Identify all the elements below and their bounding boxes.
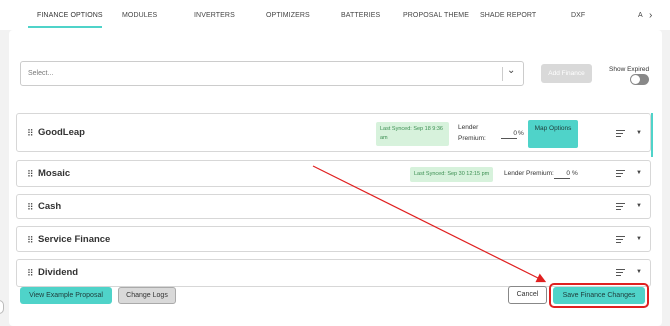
show-expired-toggle[interactable] [630, 74, 649, 85]
tab-proposal-theme[interactable]: PROPOSAL THEME [403, 12, 469, 19]
chevron-right-icon[interactable]: › [649, 10, 652, 21]
drag-handle-icon[interactable]: ⠿ [27, 236, 34, 245]
sort-lines-icon[interactable] [616, 130, 625, 139]
drag-handle-icon[interactable]: ⠿ [27, 129, 34, 138]
annotation-highlight-box [549, 283, 649, 308]
chevron-down-icon[interactable]: ▼ [636, 170, 642, 176]
finance-name: GoodLeap [38, 127, 85, 138]
add-finance-button[interactable]: Add Finance [541, 64, 592, 83]
select-separator [502, 67, 503, 81]
tab-finance-options[interactable]: FINANCE OPTIONS [37, 12, 103, 19]
tab-modules[interactable]: MODULES [122, 12, 157, 19]
tab-inverters[interactable]: INVERTERS [194, 12, 235, 19]
show-expired-label: Show Expired [609, 66, 650, 73]
cancel-button[interactable]: Cancel [508, 286, 547, 304]
tab-optimizers[interactable]: OPTIMIZERS [266, 12, 310, 19]
finance-name: Service Finance [38, 234, 111, 245]
chevron-down-icon[interactable]: ▼ [636, 130, 642, 136]
finance-select-placeholder: Select... [28, 70, 54, 77]
sort-lines-icon[interactable] [616, 203, 625, 212]
finance-row-goodleap: ⠿ GoodLeap Last Synced: Sep 18 9:36 am L… [16, 113, 651, 152]
finance-row-mosaic: ⠿ Mosaic Last Synced: Sep 30 12:15 pm Le… [16, 160, 651, 187]
last-synced-badge: Last Synced: Sep 18 9:36 am [376, 122, 449, 146]
chevron-down-icon[interactable]: ▼ [636, 203, 642, 209]
lender-premium-input[interactable]: 0 [501, 129, 517, 139]
chevron-down-icon[interactable]: ▼ [636, 236, 642, 242]
lender-premium-input[interactable]: 0 [554, 169, 570, 179]
percent-sign: % [572, 170, 578, 177]
scrollbar-thumb[interactable] [651, 113, 653, 157]
sort-lines-icon[interactable] [616, 236, 625, 245]
map-options-button[interactable]: Map Options [528, 120, 578, 148]
tab-dxf[interactable]: DXF [571, 12, 585, 19]
tab-shade-report[interactable]: SHADE REPORT [480, 12, 536, 19]
tab-batteries[interactable]: BATTERIES [341, 12, 380, 19]
drag-handle-icon[interactable]: ⠿ [27, 170, 34, 179]
side-handle[interactable] [0, 300, 4, 314]
finance-name: Dividend [38, 267, 79, 278]
finance-row-service-finance: ⠿ Service Finance ▼ [16, 226, 651, 252]
percent-sign: % [518, 130, 524, 137]
chevron-down-icon[interactable]: ▼ [636, 269, 642, 275]
view-example-proposal-button[interactable]: View Example Proposal [20, 287, 112, 304]
lender-premium-label: Lender Premium: [504, 170, 554, 177]
finance-name: Mosaic [38, 168, 71, 179]
tab-bar: FINANCE OPTIONS MODULES INVERTERS OPTIMI… [0, 0, 670, 30]
active-tab-indicator [28, 26, 102, 28]
drag-handle-icon[interactable]: ⠿ [27, 203, 34, 212]
finance-select[interactable]: Select... ⌄ [20, 61, 524, 86]
last-synced-badge: Last Synced: Sep 30 12:15 pm [410, 167, 494, 182]
drag-handle-icon[interactable]: ⠿ [27, 269, 34, 278]
chevron-down-icon[interactable]: ⌄ [507, 65, 515, 76]
sort-lines-icon[interactable] [616, 269, 625, 278]
sort-lines-icon[interactable] [616, 170, 625, 179]
finance-name: Cash [38, 201, 62, 212]
tab-truncated[interactable]: A [638, 12, 643, 19]
lender-premium-label: Lender Premium: [458, 124, 486, 142]
toggle-knob [631, 75, 640, 84]
finance-row-cash: ⠿ Cash ▼ [16, 194, 651, 219]
change-logs-button[interactable]: Change Logs [118, 287, 176, 304]
